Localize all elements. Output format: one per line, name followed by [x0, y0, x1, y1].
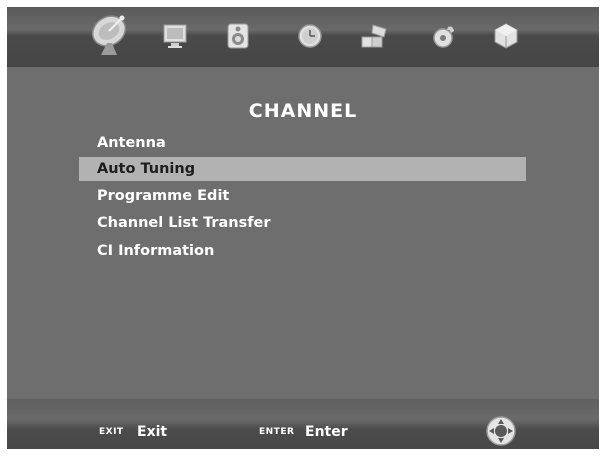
- speaker-icon[interactable]: [223, 21, 253, 51]
- lock-icon[interactable]: [429, 21, 459, 51]
- menu-item-label: Auto Tuning: [97, 161, 196, 177]
- menu-item-channel-list-transfer[interactable]: Channel List Transfer: [79, 211, 526, 235]
- tv-osd-screen: CHANNEL Antenna Auto Tuning Programme Ed…: [7, 7, 599, 449]
- enter-label: Enter: [305, 424, 348, 440]
- menu-category-bar: [7, 7, 599, 67]
- menu-item-label: CI Information: [97, 243, 215, 259]
- clock-icon[interactable]: [295, 21, 325, 51]
- usb-icon[interactable]: [491, 21, 521, 51]
- monitor-icon[interactable]: [161, 21, 191, 51]
- menu-item-auto-tuning[interactable]: Auto Tuning: [79, 157, 526, 181]
- page-title: CHANNEL: [248, 100, 358, 122]
- menu-item-programme-edit[interactable]: Programme Edit: [79, 184, 526, 208]
- menu-item-ci-information[interactable]: CI Information: [79, 239, 526, 263]
- navigation-pad-icon: [485, 415, 517, 447]
- menu-item-antenna[interactable]: Antenna: [79, 131, 526, 155]
- menu-item-label: Antenna: [97, 135, 166, 151]
- satellite-dish-icon[interactable]: [89, 13, 131, 57]
- exit-label: Exit: [137, 424, 168, 440]
- menu-item-label: Channel List Transfer: [97, 215, 271, 231]
- enter-key-badge: ENTER: [259, 427, 295, 437]
- menu-item-label: Programme Edit: [97, 188, 230, 204]
- exit-key-badge: EXIT: [99, 427, 124, 437]
- footer-help-bar: EXIT Exit ENTER Enter: [7, 399, 599, 449]
- settings-blocks-icon[interactable]: [359, 21, 389, 51]
